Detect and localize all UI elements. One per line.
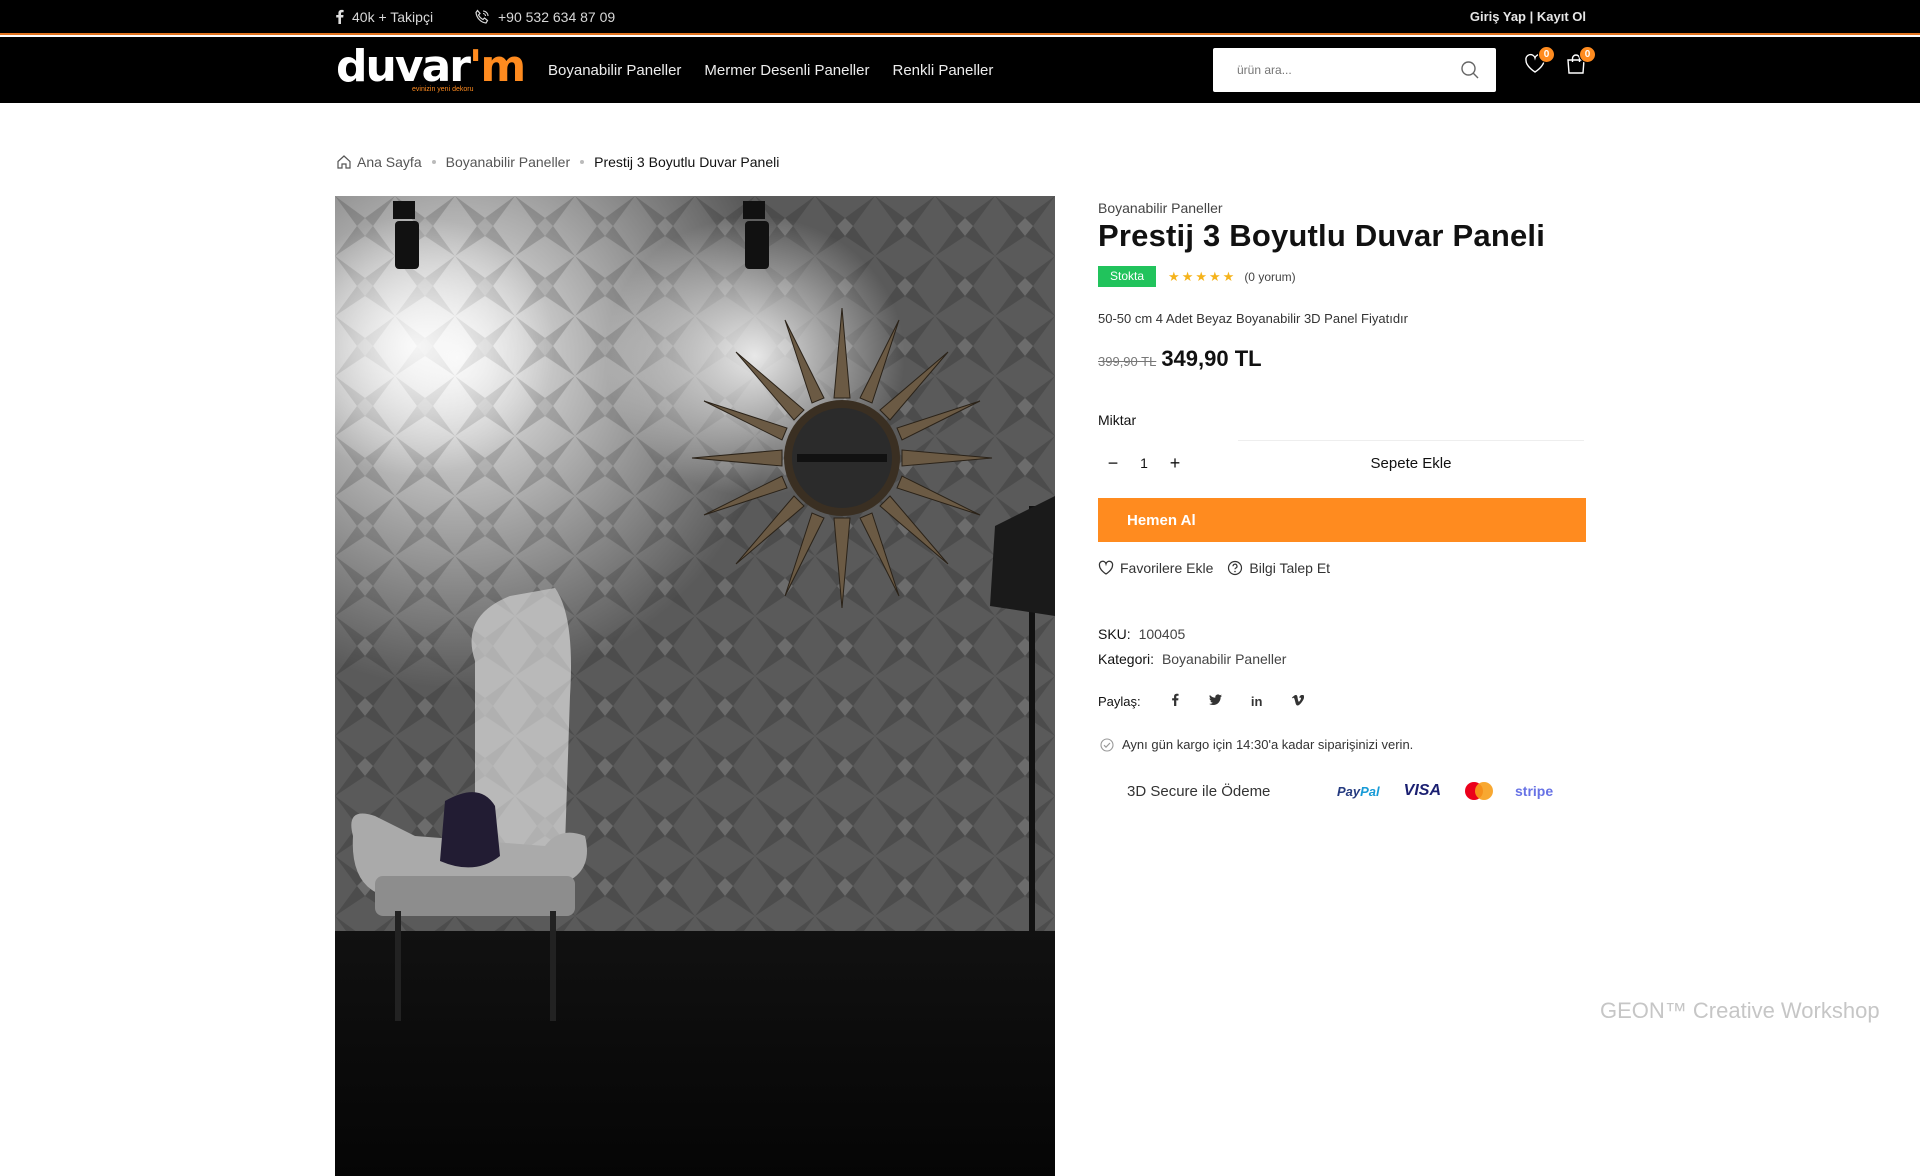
breadcrumb-separator [580,160,585,164]
paypal-logo: PayPal [1337,783,1380,799]
quantity-stepper: − 1 + [1098,440,1208,486]
star-icon: ★ [1195,268,1207,284]
product-info: Boyanabilir Paneller Prestij 3 Boyutlu D… [1098,196,1586,800]
followers-text: 40k + Takipçi [352,8,434,25]
search-icon[interactable] [1460,60,1480,85]
twitter-icon[interactable] [1209,693,1223,709]
short-description: 50-50 cm 4 Adet Beyaz Boyanabilir 3D Pan… [1098,311,1408,326]
star-icon: ★ [1168,268,1180,284]
sku-row: SKU: 100405 [1098,626,1186,642]
visa-logo: VISA [1403,782,1441,799]
stripe-logo: stripe [1515,783,1554,799]
cart-row: − 1 + Sepete Ekle [1098,440,1586,486]
mastercard-logo [1465,782,1493,800]
heart-icon [1098,560,1114,575]
wishlist-button[interactable]: 0 [1524,46,1555,80]
star-icon: ★ [1181,268,1194,284]
category-value-link[interactable]: Boyanabilir Paneller [1162,651,1287,667]
followers-link[interactable]: 40k + Takipçi [335,0,433,33]
request-info-button[interactable]: Bilgi Talep Et [1227,560,1330,576]
top-bar: 40k + Takipçi +90 532 634 87 09 Giriş Ya… [0,0,1920,35]
quantity-label: Miktar [1098,412,1137,428]
add-to-wishlist-button[interactable]: Favorilere Ekle [1098,560,1213,576]
home-icon [337,155,351,169]
old-price: 399,90 TL [1098,354,1157,369]
current-price: 349,90 TL [1161,346,1262,371]
add-to-cart-button[interactable]: Sepete Ekle [1238,440,1584,486]
phone-link[interactable]: +90 532 634 87 09 [474,0,615,33]
product-title: Prestij 3 Boyutlu Duvar Paneli [1098,218,1546,253]
price-row: 399,90 TL 349,90 TL [1098,346,1586,372]
star-icon: ★ [1209,268,1221,284]
product-photo [335,196,1055,1176]
increase-quantity-button[interactable]: + [1160,453,1190,474]
phone-icon [475,9,489,24]
status-row: Stokta ★ ★ ★ ★ ★ (0 yorum) [1098,266,1586,287]
breadcrumb-home[interactable]: Ana Sayfa [357,154,422,170]
wishlist-count-badge: 0 [1538,46,1555,63]
category-row: Kategori: Boyanabilir Paneller [1098,651,1287,667]
rating-stars: ★ ★ ★ ★ ★ [1168,269,1236,285]
watermark: GEON™ Creative Workshop [1600,998,1880,1023]
share-row: Paylaş: in [1098,693,1586,709]
cart-count-badge: 0 [1579,46,1596,63]
facebook-icon[interactable] [1168,693,1182,709]
product-category-link[interactable]: Boyanabilir Paneller [1098,200,1586,216]
phone-text: +90 532 634 87 09 [498,8,616,25]
breadcrumb-separator [431,160,436,164]
star-icon: ★ [1222,268,1235,284]
share-label: Paylaş: [1098,693,1141,709]
main-header: duvar'm evinizin yeni dekoru Boyanabilir… [0,37,1920,103]
vimeo-icon[interactable] [1291,694,1305,709]
breadcrumb: Ana Sayfa Boyanabilir Paneller Prestij 3… [336,154,779,170]
login-register-link[interactable]: Giriş Yap | Kayıt Ol [1470,0,1586,33]
check-circle-icon [1100,737,1114,752]
quantity-value[interactable]: 1 [1128,455,1160,471]
secure-payment-label: 3D Secure ile Ödeme [1127,782,1271,800]
product-actions: Favorilere Ekle Bilgi Talep Et [1098,560,1586,576]
facebook-icon [336,9,344,24]
payment-logos: PayPal VISA stripe [1337,782,1553,800]
linkedin-icon[interactable]: in [1250,694,1264,709]
nav-boyanabilir-paneller[interactable]: Boyanabilir Paneller [548,62,681,79]
stock-badge: Stokta [1098,266,1157,287]
question-circle-icon [1228,560,1243,576]
cart-button[interactable]: 0 [1565,46,1596,80]
reviews-link[interactable]: (0 yorum) [1244,270,1295,284]
search-box [1213,48,1496,92]
nav-mermer-desenli-paneller[interactable]: Mermer Desenli Paneller [704,62,869,79]
product-meta: SKU: 100405 Kategori: Boyanabilir Panell… [1098,626,1586,667]
product-image[interactable] [335,196,1055,1176]
nav-renkli-paneller[interactable]: Renkli Paneller [892,62,993,79]
decrease-quantity-button[interactable]: − [1098,453,1128,474]
breadcrumb-current: Prestij 3 Boyutlu Duvar Paneli [594,154,780,170]
breadcrumb-category[interactable]: Boyanabilir Paneller [446,154,571,170]
search-input[interactable] [1213,48,1453,92]
shipping-note: Aynı gün kargo için 14:30'a kadar sipari… [1098,737,1586,752]
secure-payment-row: 3D Secure ile Ödeme PayPal VISA stripe [1098,782,1586,800]
buy-now-button[interactable]: Hemen Al [1098,498,1586,542]
main-nav: Boyanabilir Paneller Mermer Desenli Pane… [548,37,1016,103]
sku-value: 100405 [1138,626,1186,642]
site-logo[interactable]: duvar'm evinizin yeni dekoru [336,43,526,95]
logo-tagline: evinizin yeni dekoru [412,86,474,93]
